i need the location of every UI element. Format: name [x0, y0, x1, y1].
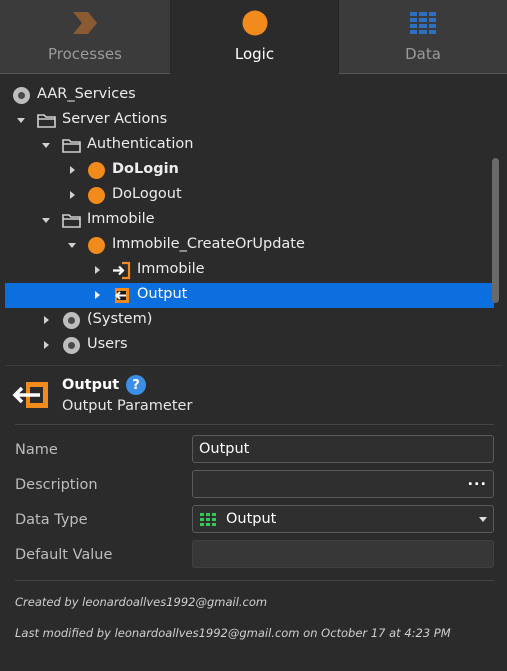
help-icon[interactable]: ? [126, 375, 146, 395]
output-parameter-icon [115, 288, 129, 303]
properties-subtitle: Output Parameter [62, 398, 193, 414]
module-icon [13, 87, 30, 104]
entity-icon [200, 513, 216, 526]
chevron-right-icon[interactable] [41, 340, 51, 350]
tree-item-dologin[interactable]: DoLogin [5, 158, 494, 183]
tree-item-label: Server Actions [62, 111, 168, 127]
tree-item-server-actions[interactable]: Server Actions [5, 108, 494, 133]
output-parameter-icon [12, 382, 48, 408]
default-value-label: Default Value [15, 547, 113, 563]
folder-icon [37, 114, 56, 128]
tree-scrollbar[interactable] [492, 158, 499, 303]
tree-item-immobile-input[interactable]: Immobile [5, 258, 494, 283]
tab-processes[interactable]: Processes [0, 0, 171, 74]
chevron-down-icon[interactable] [479, 517, 487, 522]
tab-logic-label: Logic [234, 45, 275, 63]
created-by-text: Created by leonardoallves1992@gmail.com [15, 595, 268, 609]
tab-processes-label: Processes [48, 45, 122, 63]
tree-item-label: Immobile [87, 211, 155, 227]
description-field[interactable]: ... [192, 470, 494, 498]
folder-icon [62, 214, 81, 228]
module-icon [63, 337, 80, 354]
tree-item-label: Immobile [137, 261, 205, 277]
name-label: Name [15, 442, 58, 458]
name-field[interactable]: Output [192, 435, 494, 463]
tree-item-label: Users [87, 336, 128, 352]
divider [15, 424, 494, 425]
tree-item-label: Immobile_CreateOrUpdate [112, 236, 305, 252]
data-grid-icon [410, 12, 436, 34]
tree-item-dologout[interactable]: DoLogout [5, 183, 494, 208]
tree-item-output[interactable]: Output [5, 283, 494, 308]
tree-item-label: DoLogout [112, 186, 182, 202]
process-chevron-icon [73, 12, 97, 34]
data-type-value: Output [226, 511, 277, 527]
chevron-right-icon[interactable] [92, 290, 102, 300]
chevron-right-icon[interactable] [92, 265, 102, 275]
logic-circle-icon [242, 10, 267, 36]
action-icon [88, 237, 105, 254]
chevron-down-icon[interactable] [16, 115, 26, 125]
tree-item-system[interactable]: (System) [5, 308, 494, 333]
last-modified-text: Last modified by leonardoallves1992@gmai… [15, 626, 451, 640]
input-parameter-icon [113, 261, 131, 280]
folder-icon [62, 139, 81, 153]
chevron-down-icon[interactable] [67, 240, 77, 250]
chevron-right-icon[interactable] [67, 190, 77, 200]
description-label: Description [15, 477, 98, 493]
tree-item-authentication[interactable]: Authentication [5, 133, 494, 158]
data-type-select[interactable]: Output [192, 505, 494, 533]
tab-data-label: Data [405, 45, 441, 63]
data-type-label: Data Type [15, 512, 88, 528]
default-value-field [192, 540, 494, 568]
tree-item-users[interactable]: Users [5, 333, 494, 358]
action-icon [88, 187, 105, 204]
tree-item-label: DoLogin [112, 161, 179, 177]
chevron-right-icon[interactable] [67, 165, 77, 175]
name-value: Output [199, 441, 250, 457]
chevron-down-icon[interactable] [41, 140, 51, 150]
tree-item-immobile-folder[interactable]: Immobile [5, 208, 494, 233]
module-icon [63, 312, 80, 329]
properties-header: Output ? Output Parameter [0, 366, 507, 424]
tree-item-label: Authentication [87, 136, 194, 152]
properties-title: Output [62, 377, 120, 393]
tab-data[interactable]: Data [338, 0, 507, 74]
tree-item-label: (System) [87, 311, 153, 327]
tree-item-label: AAR_Services [37, 86, 136, 102]
action-icon [88, 162, 105, 179]
chevron-right-icon[interactable] [41, 315, 51, 325]
tree-item-immobile-createorupdate[interactable]: Immobile_CreateOrUpdate [5, 233, 494, 258]
divider [15, 580, 494, 581]
tab-bar: Processes Logic Data [0, 0, 507, 74]
tab-logic[interactable]: Logic [171, 0, 338, 74]
tree-item-label: Output [137, 286, 188, 302]
logic-tree: AAR_Services Server Actions Authenticati… [5, 74, 502, 366]
tree-item-aar-services[interactable]: AAR_Services [5, 83, 494, 108]
more-options-button[interactable]: ... [467, 473, 487, 489]
chevron-down-icon[interactable] [41, 215, 51, 225]
